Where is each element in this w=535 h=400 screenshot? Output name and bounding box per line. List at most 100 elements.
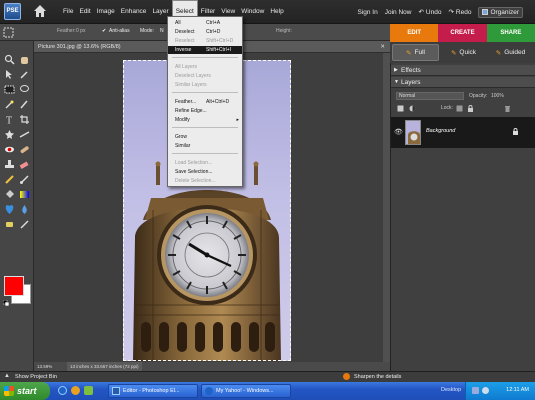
layer-buttons-row: Lock: <box>391 103 535 114</box>
show-project-bin-button[interactable]: Show Project Bin <box>15 374 57 380</box>
quick-selection-icon[interactable] <box>19 99 30 110</box>
marquee-tool-icon[interactable] <box>3 27 14 38</box>
trash-icon[interactable] <box>504 105 511 112</box>
lock-all-icon[interactable] <box>467 105 474 112</box>
menu-edit[interactable]: Edit <box>76 0 93 24</box>
smart-brush-icon[interactable] <box>19 219 30 230</box>
new-layer-icon[interactable] <box>397 105 404 112</box>
vertical-scrollbar[interactable] <box>383 53 390 362</box>
mode-value[interactable]: N <box>160 28 164 34</box>
straighten-icon[interactable] <box>19 129 30 140</box>
opacity-value[interactable]: 100% <box>491 93 504 99</box>
type-tool-icon[interactable]: T <box>4 114 15 126</box>
magic-wand-icon[interactable] <box>4 99 15 110</box>
tip-text[interactable]: Sharpen the details <box>354 374 401 380</box>
desktop-toolbar[interactable]: Desktop <box>441 387 461 393</box>
quick-launch-icon[interactable] <box>58 386 67 395</box>
quick-icon: ✎ <box>450 49 457 57</box>
brush-tool-icon[interactable] <box>19 174 30 185</box>
home-icon[interactable] <box>33 4 47 18</box>
effects-panel-header[interactable]: ▶ Effects <box>391 65 535 76</box>
menu-item-all[interactable]: All Ctrl+A <box>168 19 242 27</box>
lasso-icon[interactable] <box>19 84 30 95</box>
organizer-icon <box>482 9 489 15</box>
gradient-tool-icon[interactable] <box>19 189 30 200</box>
menu-item-refine-edge[interactable]: Refine Edge... <box>168 107 242 115</box>
menu-item-grow[interactable]: Grow <box>168 133 242 141</box>
clone-stamp-icon[interactable] <box>4 159 15 170</box>
redo-button[interactable]: ↷ Redo <box>448 8 472 17</box>
menu-item-inverse[interactable]: Inverse Shift+Ctrl+I <box>168 46 242 54</box>
quick-launch-icon[interactable] <box>71 386 80 395</box>
menu-file[interactable]: File <box>60 0 76 24</box>
tab-quick[interactable]: ✎ Quick <box>441 44 486 61</box>
layer-thumbnail <box>405 120 421 145</box>
cookie-cutter-icon[interactable] <box>4 129 15 140</box>
menu-item-label: Grow <box>175 134 187 140</box>
zoom-value[interactable]: 13.59% <box>37 362 52 371</box>
tab-share[interactable]: SHARE <box>486 24 535 42</box>
quick-launch-icon[interactable] <box>84 386 93 395</box>
blend-mode-select[interactable]: Normal <box>396 92 464 100</box>
eraser-icon[interactable] <box>19 159 30 170</box>
tab-guided[interactable]: ✎ Guided <box>488 44 533 61</box>
red-eye-icon[interactable] <box>4 144 15 155</box>
paint-bucket-icon[interactable] <box>4 189 15 200</box>
task-editor-photoshop[interactable]: Editor - Photoshop El... <box>108 384 198 398</box>
tray-icon[interactable] <box>482 387 489 394</box>
default-colors-icon[interactable] <box>3 300 9 306</box>
marquee-icon[interactable] <box>4 84 15 95</box>
eyedropper-icon[interactable] <box>19 69 30 80</box>
layer-row-background[interactable]: 👁 Background <box>391 117 535 148</box>
shortcut: Shift+Ctrl+D <box>206 38 234 44</box>
tab-full-label: Full <box>414 49 425 56</box>
tab-edit[interactable]: EDIT <box>390 24 439 42</box>
redo-label: Redo <box>455 8 472 16</box>
healing-brush-icon[interactable] <box>19 144 30 155</box>
menu-item-save-selection[interactable]: Save Selection... <box>168 168 242 176</box>
start-button[interactable]: start <box>0 382 50 400</box>
adjustment-layer-icon[interactable] <box>409 105 416 112</box>
sponge-tool-icon[interactable] <box>4 219 15 230</box>
pencil-tool-icon[interactable] <box>4 174 15 185</box>
menu-item-modify[interactable]: Modify ▸ <box>168 116 242 124</box>
tab-create[interactable]: CREATE <box>438 24 487 42</box>
menu-item-similar[interactable]: Similar <box>168 142 242 150</box>
foreground-color-swatch[interactable] <box>4 276 24 296</box>
zoom-tool-icon[interactable] <box>4 54 15 65</box>
shape-tool-icon[interactable] <box>4 204 15 215</box>
menu-item-feather[interactable]: Feather... Alt+Ctrl+D <box>168 98 242 106</box>
collapse-triangle-icon: ▼ <box>394 79 399 85</box>
undo-button[interactable]: ↶ Undo <box>418 8 441 17</box>
menu-enhance[interactable]: Enhance <box>118 0 150 24</box>
task-my-yahoo[interactable]: My Yahoo! - Windows... <box>201 384 291 398</box>
hand-tool-icon[interactable] <box>19 54 30 65</box>
menu-item-label: Deselect Layers <box>175 73 211 79</box>
visibility-eye-icon[interactable]: 👁 <box>394 128 403 136</box>
redo-icon: ↷ <box>448 9 454 16</box>
tray-icon[interactable] <box>472 387 479 394</box>
anti-alias-check-icon[interactable]: ✔ <box>102 28 106 34</box>
feather-value[interactable]: 0 px <box>76 28 85 34</box>
lock-label: Lock: <box>441 105 453 111</box>
project-bin-toggle-icon[interactable]: ▲ <box>4 373 10 379</box>
lock-transparency-icon[interactable] <box>456 105 463 112</box>
menu-image[interactable]: Image <box>94 0 118 24</box>
menu-separator <box>172 127 238 128</box>
blur-tool-icon[interactable] <box>19 204 30 215</box>
shortcut: Ctrl+D <box>206 29 221 35</box>
join-now-link[interactable]: Join Now <box>385 9 412 16</box>
menu-item-deselect[interactable]: Deselect Ctrl+D <box>168 28 242 36</box>
layers-panel-header[interactable]: ▼ Layers <box>391 77 535 88</box>
organizer-button[interactable]: Organizer <box>478 6 523 18</box>
move-tool-icon[interactable] <box>4 69 15 80</box>
crop-tool-icon[interactable] <box>19 114 30 125</box>
clock[interactable]: 12:11 AM <box>506 387 529 393</box>
menu-help[interactable]: Help <box>267 0 286 24</box>
tab-full[interactable]: ✎ Full <box>392 44 439 61</box>
close-document-icon[interactable]: ✕ <box>380 41 385 53</box>
sign-in-link[interactable]: Sign In <box>357 9 377 16</box>
edit-sub-tabs: ✎ Full ✎ Quick ✎ Guided <box>390 42 535 63</box>
opacity-label: Opacity: <box>469 93 488 99</box>
blend-mode-value: Normal <box>399 93 416 99</box>
